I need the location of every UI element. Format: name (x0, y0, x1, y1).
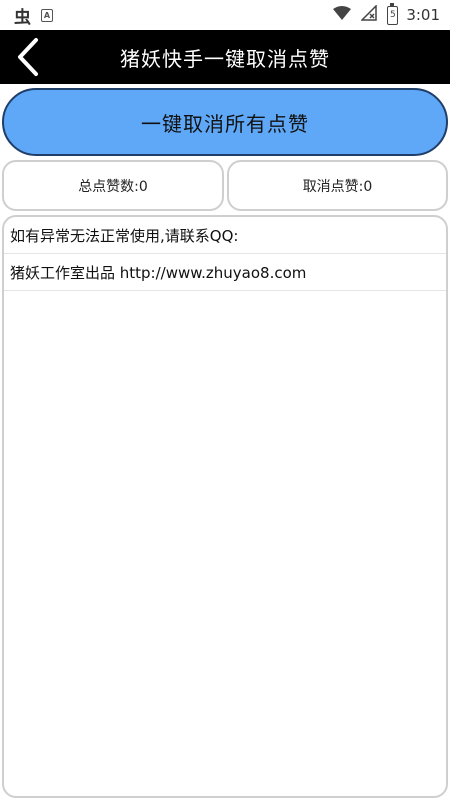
status-right: 5 3:01 (333, 2, 440, 25)
cancelled-likes-box: 取消点赞:0 (227, 160, 448, 211)
back-button[interactable] (6, 34, 50, 80)
status-time: 3:01 (406, 6, 440, 24)
chevron-left-icon (18, 38, 38, 76)
log-line: 猪妖工作室出品 http://www.zhuyao8.com (4, 254, 446, 291)
signal-icon (360, 4, 378, 25)
total-likes-label: 总点赞数:0 (78, 178, 148, 195)
text-notification-icon: A (41, 8, 53, 22)
log-panel[interactable]: 如有异常无法正常使用,请联系QQ: 猪妖工作室出品 http://www.zhu… (2, 215, 448, 798)
page-title: 猪妖快手一键取消点赞 (120, 46, 330, 71)
log-line: 如有异常无法正常使用,请联系QQ: (4, 217, 446, 254)
wifi-icon (333, 5, 352, 25)
cancel-all-likes-button[interactable]: 一键取消所有点赞 (2, 88, 448, 156)
status-bar: 虫 A 5 3:01 (0, 0, 450, 30)
app-notification-icon: 虫 (14, 7, 31, 28)
total-likes-box: 总点赞数:0 (2, 160, 224, 211)
title-bar: 猪妖快手一键取消点赞 (0, 30, 450, 84)
cancelled-likes-label: 取消点赞:0 (302, 178, 373, 195)
status-left: 虫 A (14, 3, 53, 28)
battery-icon: 5 (387, 2, 399, 25)
